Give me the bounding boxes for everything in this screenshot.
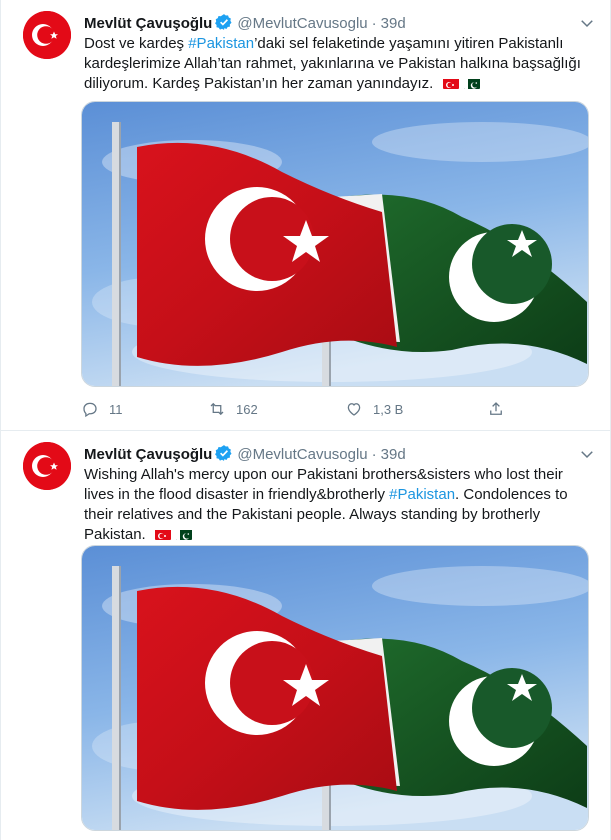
tweet-text: Dost ve kardeş #Pakistan’daki sel felake… (84, 34, 594, 94)
tweet[interactable]: Mevlüt Çavuşoğlu @MevlutCavusoglu · 39d Wis… (1, 431, 610, 840)
pakistan-flag-icon (463, 77, 480, 89)
retweet-icon (210, 402, 224, 416)
tweet-media-photo[interactable] (81, 101, 589, 387)
turkey-flag-avatar-icon (23, 442, 71, 490)
author-handle[interactable]: @MevlutCavusoglu (237, 446, 367, 463)
caret-down-icon[interactable] (578, 445, 596, 463)
author-name[interactable]: Mevlüt Çavuşoğlu (84, 446, 212, 463)
turkey-pakistan-flags-photo (82, 102, 589, 387)
reply-icon (83, 402, 97, 418)
retweet-button[interactable]: 162 (208, 396, 258, 422)
tweet-header: Mevlüt Çavuşoğlu @MevlutCavusoglu · 39d (84, 444, 596, 464)
separator-dot: · (371, 446, 377, 463)
author-name[interactable]: Mevlüt Çavuşoğlu (84, 15, 212, 32)
hashtag-link[interactable]: #Pakistan (389, 486, 455, 503)
tweet-text: Wishing Allah's mercy upon our Pakistani… (84, 465, 594, 545)
turkey-flag-icon (442, 77, 459, 89)
avatar[interactable] (23, 442, 71, 490)
caret-down-icon[interactable] (578, 14, 596, 32)
tweet-timestamp[interactable]: 39d (381, 15, 406, 32)
like-count: 1,3 B (373, 401, 404, 417)
tweet[interactable]: Mevlüt Çavuşoğlu @MevlutCavusoglu · 39d Dos… (1, 0, 610, 431)
reply-button[interactable]: 11 (81, 396, 123, 422)
turkey-flag-avatar-icon (23, 11, 71, 59)
author-handle[interactable]: @MevlutCavusoglu (237, 15, 367, 32)
like-icon (347, 403, 361, 416)
avatar[interactable] (23, 11, 71, 59)
tweet-media-photo[interactable] (81, 545, 589, 831)
pakistan-flag-icon (175, 528, 192, 540)
turkey-pakistan-flags-photo (82, 546, 589, 831)
hashtag-link[interactable]: #Pakistan (188, 35, 254, 52)
retweet-count: 162 (236, 401, 258, 417)
turkey-flag-icon (154, 528, 171, 540)
tweet-header: Mevlüt Çavuşoğlu @MevlutCavusoglu · 39d (84, 13, 596, 33)
share-button[interactable] (487, 396, 505, 422)
separator-dot: · (371, 15, 377, 32)
like-button[interactable]: 1,3 B (345, 396, 403, 422)
reply-count: 11 (109, 401, 123, 417)
timeline: Mevlüt Çavuşoğlu @MevlutCavusoglu · 39d Dos… (0, 0, 611, 840)
share-icon (490, 402, 502, 415)
tweet-timestamp[interactable]: 39d (381, 446, 406, 463)
tweet-text-part: Dost ve kardeş (84, 35, 189, 52)
tweet-actions: 11 162 1,3 B (81, 396, 521, 422)
